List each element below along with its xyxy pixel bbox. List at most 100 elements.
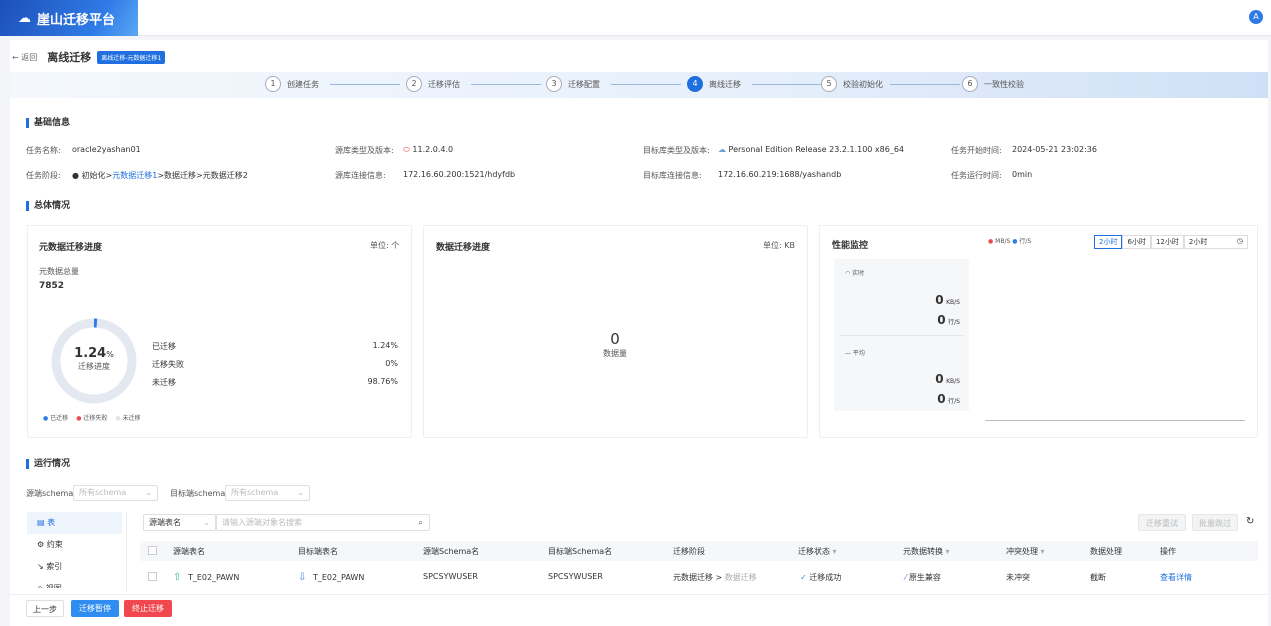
- column-header-status[interactable]: 迁移状态 ▾: [798, 546, 837, 557]
- back-button[interactable]: ← 返回: [12, 52, 37, 63]
- column-header-conflict[interactable]: 冲突处理 ▾: [1006, 546, 1045, 557]
- task-name: oracle2yashan01: [72, 145, 141, 154]
- avg-rows: 0 行/S: [937, 392, 960, 406]
- section-overview-title: 总体情况: [26, 201, 70, 211]
- sidebar-item-index[interactable]: ↘ 索引: [27, 556, 126, 578]
- unit-label: 单位: 个: [370, 241, 400, 250]
- run-time: 0min: [1012, 170, 1033, 179]
- label: 目标端schema: [170, 489, 226, 498]
- column-header: 目标端Schema名: [548, 547, 613, 556]
- label: 任务运行时间:: [951, 171, 1002, 180]
- arrow-up-icon: ⇧: [173, 572, 182, 583]
- stop-button[interactable]: 终止迁移: [124, 600, 172, 617]
- gear-icon: ⚙: [37, 540, 45, 549]
- time-range-input[interactable]: 2小时 ◷: [1183, 235, 1248, 249]
- retry-button[interactable]: 迁移重试: [1138, 514, 1186, 531]
- skip-button[interactable]: 批量跳过: [1192, 514, 1238, 531]
- src-schema-select[interactable]: 所有schema ⌄: [73, 485, 158, 501]
- column-header-convert[interactable]: 元数据转换 ▾: [903, 546, 950, 557]
- oracle-icon: ⬭: [403, 145, 410, 154]
- column-header: 目标端表名: [298, 547, 338, 556]
- rt-kb: 0 KB/S: [935, 293, 960, 307]
- top-bar: [0, 0, 1271, 36]
- column-header: 数据处理: [1090, 547, 1122, 556]
- column-header: 迁移阶段: [673, 547, 705, 556]
- section-basic-title: 基础信息: [26, 118, 70, 128]
- page-title: 离线迁移: [47, 51, 92, 64]
- label: 源库类型及版本:: [335, 146, 394, 155]
- refresh-icon[interactable]: ↻: [1246, 516, 1254, 527]
- progress-rows: 已迁移 1.24% 迁移失败 0% 未迁移 98.76%: [152, 341, 398, 387]
- search-field-select[interactable]: 源端表名 ⌄: [143, 514, 216, 531]
- realtime-label: ◠ 实时: [845, 270, 865, 277]
- pause-button[interactable]: 迁移暂停: [71, 600, 119, 617]
- range-12h[interactable]: 12小时: [1150, 235, 1184, 249]
- breadcrumb: ← 返回 离线迁移 离线迁移-元数据迁移1: [12, 49, 166, 65]
- dst-schema-select[interactable]: 所有schema ⌄: [225, 485, 310, 501]
- avatar[interactable]: A: [1249, 10, 1263, 24]
- minus-icon: —: [845, 350, 851, 357]
- total-value: 7852: [39, 281, 65, 291]
- stage-link[interactable]: 元数据迁移1: [112, 171, 157, 180]
- task-stage: ● 初始化>元数据迁移1>数据迁移>元数据迁移2: [72, 171, 248, 180]
- card-title: 性能监控: [832, 241, 869, 251]
- column-header: 源端Schema名: [423, 547, 480, 556]
- data-amount: 0 数据量: [603, 330, 627, 358]
- step-6: 6 一致性校验: [962, 76, 1024, 92]
- prev-button[interactable]: 上一步: [26, 600, 64, 617]
- info-icon: ●: [72, 171, 79, 180]
- filter-icon: ▾: [832, 547, 837, 556]
- chart-axis: [985, 420, 1245, 421]
- cloud-icon: ☁: [18, 10, 31, 26]
- label: 目标库连接信息:: [643, 171, 702, 180]
- donut-legend: ● 已迁移 ● 迁移失败 ● 未迁移: [43, 415, 141, 422]
- card-title: 数据迁移进度: [436, 243, 491, 253]
- task-tag: 离线迁移-元数据迁移1: [97, 50, 166, 64]
- range-2h[interactable]: 2小时: [1094, 235, 1123, 249]
- steps-bar: 1 创建任务 2 迁移评估 3 迁移配置 4 离线迁移 5 校验初始化 6 一致性校验: [10, 72, 1268, 98]
- speed-icon: ◠: [845, 270, 851, 277]
- clock-icon: ◷: [1236, 237, 1243, 245]
- unit-label: 单位: KB: [763, 241, 795, 250]
- arrow-down-icon: ⇩: [298, 572, 307, 583]
- avg-kb: 0 KB/S: [935, 372, 960, 386]
- step-4: 4 离线迁移: [687, 76, 741, 92]
- row-checkbox[interactable]: [148, 572, 157, 581]
- rt-rows: 0 行/S: [937, 313, 960, 327]
- start-time: 2024-05-21 23:02:36: [1012, 145, 1097, 154]
- footer-bar: [10, 594, 1268, 626]
- arrow-left-icon: ←: [12, 52, 19, 62]
- perf-legend: ● MB/S ● 行/S: [988, 238, 1032, 245]
- range-6h[interactable]: 6小时: [1122, 235, 1151, 249]
- donut-center: 1.24% 迁移进度: [74, 346, 114, 371]
- select-all-checkbox[interactable]: [148, 546, 157, 555]
- label: 任务名称:: [26, 146, 61, 155]
- view-icon: ◇: [37, 584, 43, 588]
- object-type-sidebar: ▤ 表 ⚙ 约束 ↘ 索引 ◇ 视图: [27, 512, 127, 592]
- filter-icon: ▾: [1040, 547, 1045, 556]
- check-icon: ✓: [800, 573, 807, 582]
- label: 源库连接信息:: [335, 171, 386, 180]
- src-conn: 172.16.60.200:1521/hdyfdb: [403, 170, 516, 179]
- table-icon: ▤: [37, 518, 45, 527]
- sidebar-item-constraint[interactable]: ⚙ 约束: [27, 534, 126, 556]
- view-detail-link[interactable]: 查看详情: [1160, 572, 1192, 583]
- search-input[interactable]: 请输入源端对象名搜索 ⌕: [216, 514, 430, 531]
- sidebar-item-view[interactable]: ◇ 视图: [27, 578, 126, 588]
- total-label: 元数据总量: [39, 267, 79, 276]
- dst-type: Personal Edition Release 23.2.1.100 x86_…: [728, 145, 905, 154]
- link-icon: ⁄: [905, 573, 907, 582]
- search-icon: ⌕: [418, 518, 423, 527]
- label: 任务阶段:: [26, 171, 61, 180]
- card-title: 元数据迁移进度: [39, 243, 103, 253]
- src-type: 11.2.0.4.0: [412, 145, 454, 154]
- app-logo[interactable]: ☁ 崖山迁移平台: [0, 0, 138, 36]
- label: 源端schema: [26, 489, 74, 498]
- step-1: 1 创建任务: [265, 76, 319, 92]
- range-selector: 2小时 6小时 12小时 2小时 ◷: [1094, 235, 1248, 249]
- yashan-icon: ☁: [718, 145, 726, 154]
- step-2: 2 迁移评估: [406, 76, 460, 92]
- section-run-title: 运行情况: [26, 459, 70, 469]
- index-icon: ↘: [37, 562, 44, 571]
- sidebar-item-table[interactable]: ▤ 表: [27, 512, 122, 534]
